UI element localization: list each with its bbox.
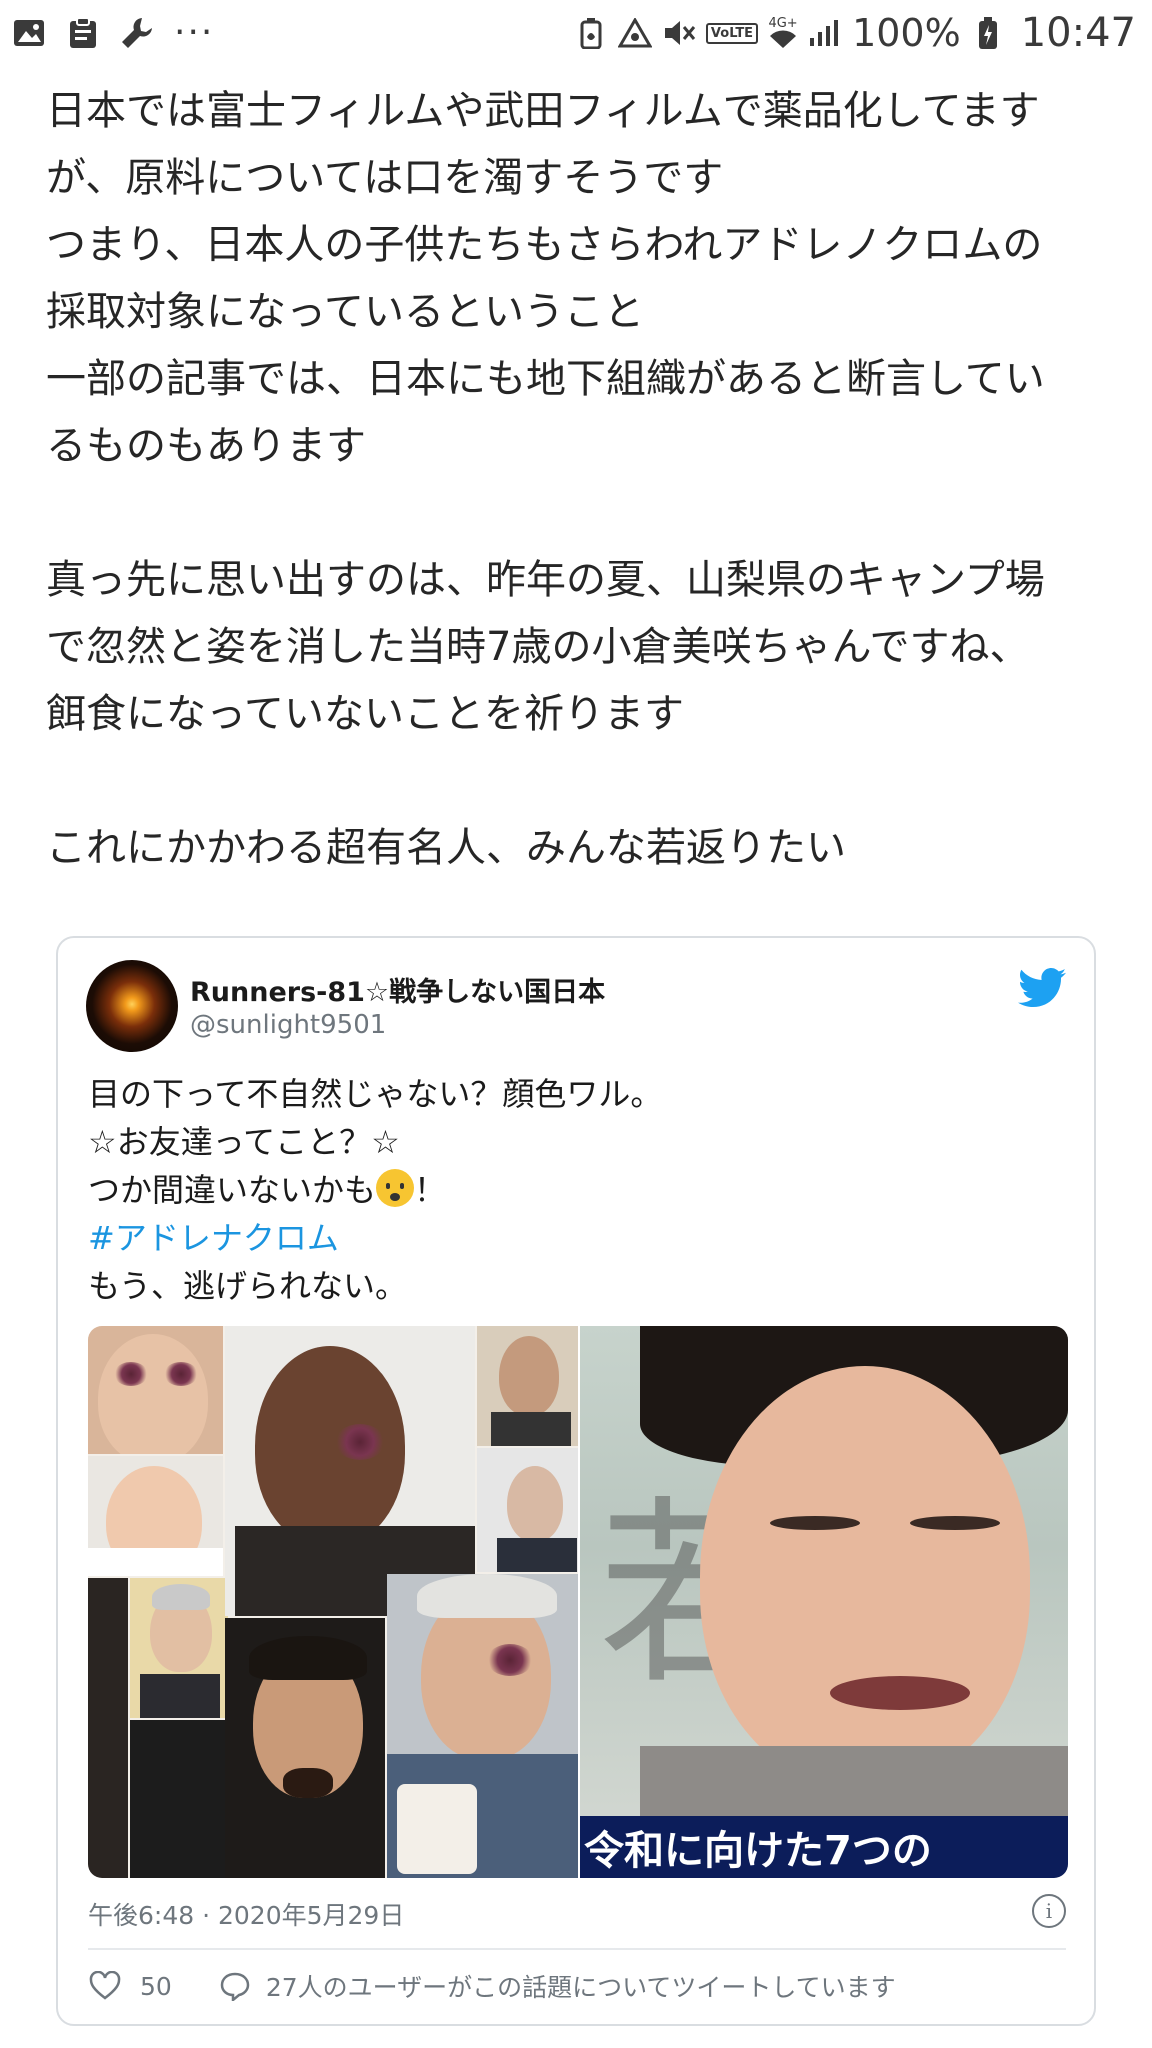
tweet-line: もう、逃げられない。 bbox=[88, 1267, 408, 1305]
more-notifications: ··· bbox=[174, 12, 215, 53]
recycle-icon bbox=[617, 16, 652, 50]
collage-photo bbox=[387, 1574, 578, 1878]
image-icon bbox=[12, 16, 46, 50]
collage-photo bbox=[130, 1578, 228, 1718]
koike-image[interactable]: 若 令和に向けた7つの bbox=[580, 1326, 1068, 1878]
clipboard-icon bbox=[66, 16, 100, 50]
hashtag-link[interactable]: #アドレナクロム bbox=[88, 1214, 1048, 1262]
post-line: で忽然と姿を消した当時7歳の小倉美咲ちゃんですね、 bbox=[46, 624, 1030, 670]
collage-image[interactable] bbox=[88, 1326, 578, 1878]
twitter-bird-icon[interactable] bbox=[1018, 968, 1066, 1008]
collage-photo bbox=[225, 1326, 475, 1616]
tweet-timestamp[interactable]: 午後6:48 · 2020年5月29日 bbox=[88, 1896, 404, 1932]
post-line: 真っ先に思い出すのは、昨年の夏、山梨県のキャンプ場 bbox=[46, 557, 1045, 603]
post-line: つまり、日本人の子供たちもさらわれアドレノクロムの bbox=[46, 222, 1043, 268]
battery-saver-icon bbox=[574, 16, 608, 50]
tweet-line-text: つか間違いないかも bbox=[88, 1171, 377, 1209]
battery-percentage: 100% bbox=[852, 11, 961, 55]
embedded-tweet-card[interactable]: Runners-81☆戦争しない国日本 @sunlight9501 目の下って不… bbox=[56, 936, 1096, 2026]
tv-caption-banner: 令和に向けた7つの bbox=[580, 1816, 1068, 1878]
tweet-text: 目の下って不自然じゃない？顔色ワル。 ☆お友達ってこと？☆ つか間違いないかも ！… bbox=[88, 1070, 1048, 1310]
tweet-actions: 50 27人のユーザーがこの話題についてツイートしています bbox=[88, 1968, 896, 2004]
avatar[interactable] bbox=[86, 960, 178, 1052]
wrench-icon bbox=[120, 16, 154, 50]
post-line: 日本では富士フィルムや武田フィルムで薬品化してます bbox=[46, 88, 1040, 134]
tweet-line: つか間違いないかも ！ bbox=[88, 1166, 1048, 1214]
tweet-line: ☆お友達ってこと？☆ bbox=[88, 1123, 400, 1161]
post-line: るものもあります bbox=[46, 423, 366, 469]
collage-photo bbox=[477, 1448, 578, 1572]
conversation-link[interactable]: 27人のユーザーがこの話題についてツイートしています bbox=[266, 1968, 896, 2004]
post-body: 日本では富士フィルムや武田フィルムで薬品化してます が、原料については口を濁すそ… bbox=[46, 78, 1116, 882]
post-line: これにかかわる超有名人、みんな若返りたい bbox=[46, 825, 846, 871]
tweet-line-end: ！ bbox=[414, 1171, 447, 1209]
heart-icon[interactable] bbox=[88, 1969, 122, 2003]
post-line: 一部の記事では、日本にも地下組織があると断言してい bbox=[46, 356, 1045, 402]
collage-photo bbox=[88, 1456, 223, 1576]
scream-emoji-icon bbox=[376, 1169, 415, 1207]
volte-indicator: VoLTE bbox=[705, 22, 759, 44]
reply-bubble-icon[interactable] bbox=[218, 1969, 252, 2003]
network-type: 4G+ bbox=[768, 15, 798, 31]
collage-photo bbox=[130, 1720, 228, 1878]
author-name[interactable]: Runners-81☆戦争しない国日本 bbox=[190, 970, 605, 1009]
collage-photo bbox=[88, 1578, 128, 1878]
tweet-media[interactable]: 若 令和に向けた7つの bbox=[88, 1326, 1068, 1878]
battery-icon bbox=[971, 16, 1005, 50]
mute-icon bbox=[662, 16, 696, 50]
post-line: が、原料については口を濁すそうです bbox=[46, 155, 724, 201]
status-bar: ··· VoLTE 4G+ 100% 10:47 bbox=[0, 0, 1152, 66]
collage-photo bbox=[88, 1326, 223, 1454]
info-icon[interactable]: i bbox=[1032, 1894, 1066, 1928]
tweet-line: 目の下って不自然じゃない？顔色ワル。 bbox=[88, 1075, 663, 1113]
collage-photo bbox=[477, 1326, 578, 1446]
post-line: 餌食になっていないことを祈ります bbox=[46, 691, 684, 737]
author-handle[interactable]: @sunlight9501 bbox=[190, 1010, 386, 1040]
collage-photo bbox=[225, 1618, 385, 1878]
post-line: 採取対象になっているということ bbox=[46, 289, 644, 335]
clock: 10:47 bbox=[1020, 10, 1136, 56]
like-count[interactable]: 50 bbox=[140, 1972, 172, 2001]
divider bbox=[88, 1948, 1066, 1950]
wifi-icon: 4G+ bbox=[768, 17, 798, 50]
signal-icon bbox=[808, 16, 842, 50]
